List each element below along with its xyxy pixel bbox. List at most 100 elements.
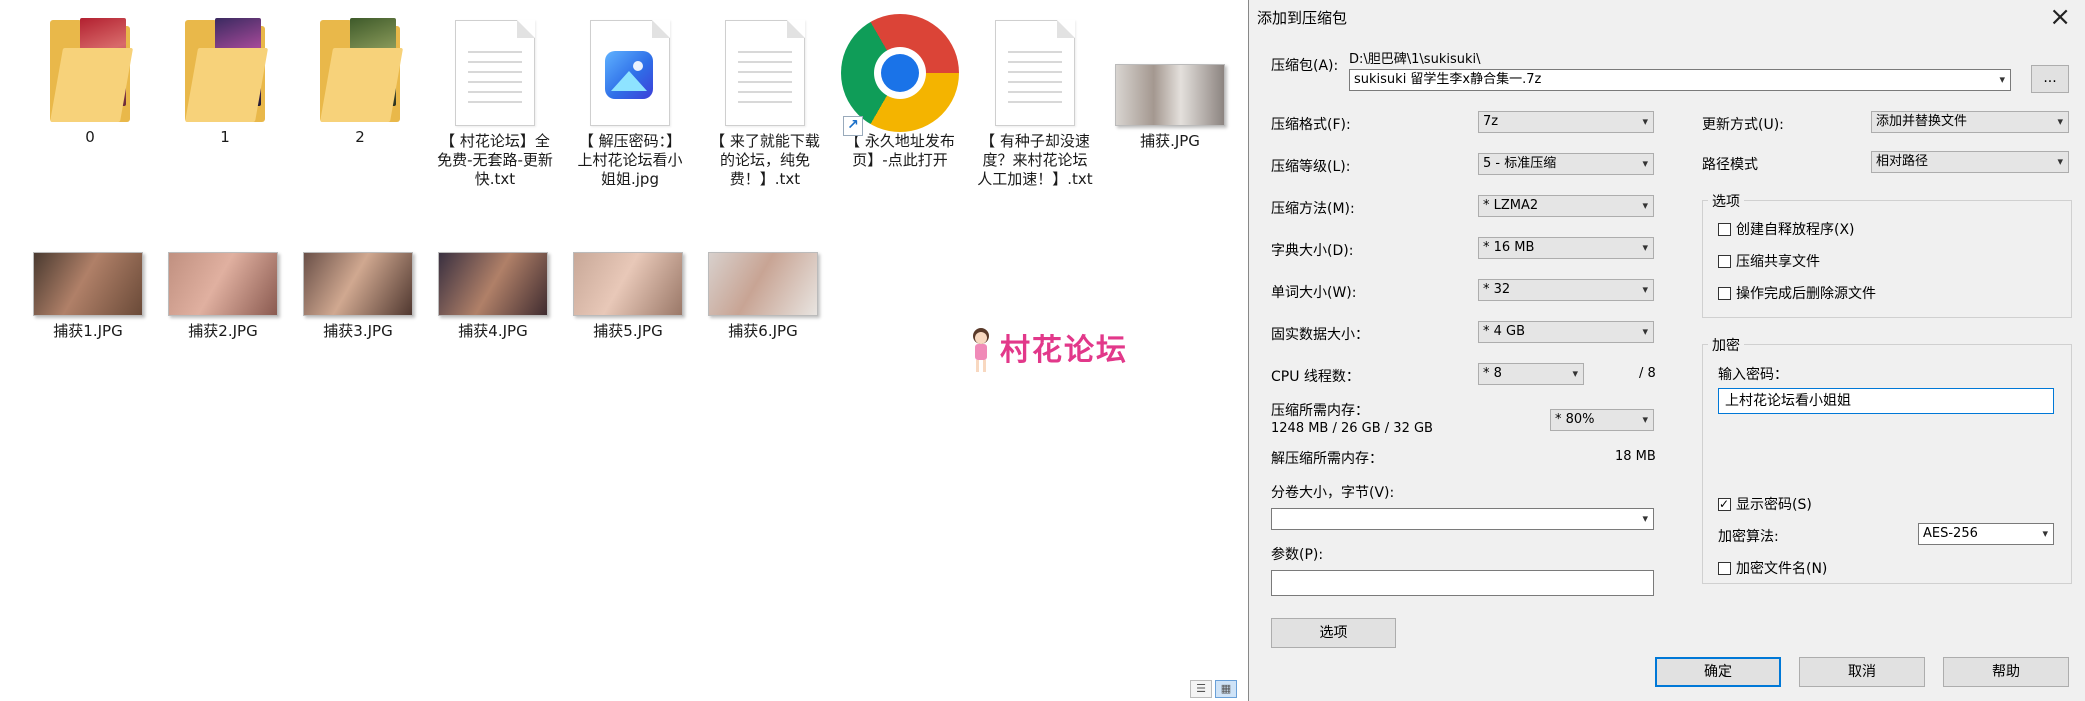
cpu-label: CPU 线程数： <box>1271 369 1360 385</box>
checkbox-icon <box>1718 495 1731 513</box>
solid-label: 固实数据大小： <box>1271 327 1369 343</box>
decompress-memory-value: 18 MB <box>1615 449 1656 464</box>
cancel-button[interactable]: 取消 <box>1799 657 1925 687</box>
update-mode-select[interactable]: 添加并替换文件 ▾ <box>1871 111 2069 133</box>
archive-label: 压缩包(A): <box>1271 58 1339 74</box>
file-item-chrome-shortcut[interactable]: ↗ 【 永久地址发布页】-点此打开 <box>838 0 962 170</box>
decompress-memory-label: 解压缩所需内存： <box>1271 451 1383 467</box>
checkbox-icon <box>1718 255 1731 268</box>
file-item-capture-jpg[interactable]: 捕获.JPG <box>1108 0 1232 151</box>
chrome-shortcut-icon: ↗ <box>841 14 959 136</box>
cpu-max: / 8 <box>1639 366 1656 381</box>
dict-label: 字典大小(D): <box>1271 243 1354 259</box>
word-label: 单词大小(W): <box>1271 285 1357 301</box>
path-mode-select[interactable]: 相对路径 ▾ <box>1871 151 2069 173</box>
dialog-title: 添加到压缩包 <box>1257 9 1348 27</box>
folder-icon <box>50 18 134 122</box>
encryption-method-select[interactable]: AES-256 ▾ <box>1918 523 2054 545</box>
large-icons-view-icon[interactable]: ▦ <box>1215 680 1237 698</box>
chevron-down-icon: ▾ <box>2057 115 2063 128</box>
word-select[interactable]: * 32 ▾ <box>1478 279 1654 301</box>
image-item-6[interactable]: 捕获6.JPG <box>701 252 825 341</box>
folder-label: 0 <box>85 128 95 146</box>
compress-shared-checkbox[interactable]: 压缩共享文件 <box>1718 253 1820 271</box>
file-item-txt-1[interactable]: 【 村花论坛】全免费-无套路-更新快.txt <box>433 0 557 189</box>
file-label: 捕获4.JPG <box>458 322 528 340</box>
params-label: 参数(P): <box>1271 547 1324 563</box>
text-file-icon <box>725 20 805 126</box>
help-button[interactable]: 帮助 <box>1943 657 2069 687</box>
cartoon-girl-logo-icon <box>973 328 989 372</box>
format-select[interactable]: 7z ▾ <box>1478 111 1654 133</box>
create-sfx-checkbox[interactable]: 创建自释放程序(X) <box>1718 221 1855 239</box>
checkbox-icon <box>1718 562 1731 575</box>
close-icon[interactable]: × <box>2049 2 2071 32</box>
params-input[interactable] <box>1271 570 1654 596</box>
file-label: 捕获3.JPG <box>323 322 393 340</box>
image-item-5[interactable]: 捕获5.JPG <box>566 252 690 341</box>
level-label: 压缩等级(L): <box>1271 159 1351 175</box>
split-label: 分卷大小，字节(V): <box>1271 485 1395 501</box>
file-item-txt-2[interactable]: 【 来了就能下载的论坛，纯免费！】.txt <box>703 0 827 189</box>
image-item-2[interactable]: 捕获2.JPG <box>161 252 285 341</box>
split-size-combo[interactable]: ▾ <box>1271 508 1654 530</box>
file-item-jpg-password[interactable]: 【 解压密码：】上村花论坛看小姐姐.jpg <box>568 0 692 189</box>
options-button[interactable]: 选项 <box>1271 618 1396 648</box>
file-item-txt-3[interactable]: 【 有种子却没速度？来村花论坛人工加速！】.txt <box>973 0 1097 189</box>
watermark-logo-text: 村花论坛 <box>1000 333 1128 368</box>
image-file-icon <box>590 20 670 126</box>
chevron-down-icon: ▾ <box>1642 283 1648 296</box>
cpu-select[interactable]: * 8 ▾ <box>1478 363 1584 385</box>
archive-path: D:\胆巴碑\1\sukisuki\ <box>1349 52 1481 67</box>
browse-button[interactable]: ... <box>2031 65 2069 93</box>
photo-thumbnail <box>438 252 548 316</box>
text-file-icon <box>995 20 1075 126</box>
details-view-icon[interactable]: ☰ <box>1190 680 1212 698</box>
options-group-title: 选项 <box>1708 191 1744 211</box>
chevron-down-icon: ▾ <box>1642 199 1648 212</box>
file-label: 【 解压密码：】上村花论坛看小姐姐.jpg <box>577 132 683 188</box>
archive-name-combo[interactable]: sukisuki 留学生李x静合集一.7z ▾ <box>1349 69 2011 91</box>
image-item-3[interactable]: 捕获3.JPG <box>296 252 420 341</box>
photo-thumbnail <box>1115 64 1225 126</box>
memory-detail: 1248 MB / 26 GB / 32 GB <box>1271 421 1433 436</box>
delete-after-checkbox[interactable]: 操作完成后删除源文件 <box>1718 285 1876 303</box>
level-select[interactable]: 5 - 标准压缩 ▾ <box>1478 153 1654 175</box>
file-label: 捕获5.JPG <box>593 322 663 340</box>
photo-thumbnail <box>303 252 413 316</box>
method-select[interactable]: * LZMA2 ▾ <box>1478 195 1654 217</box>
shortcut-arrow-icon: ↗ <box>843 116 863 136</box>
solid-select[interactable]: * 4 GB ▾ <box>1478 321 1654 343</box>
file-label: 捕获2.JPG <box>188 322 258 340</box>
file-label: 捕获6.JPG <box>728 322 798 340</box>
password-label: 输入密码： <box>1718 367 1788 383</box>
folder-item-2[interactable]: 2 <box>298 0 422 147</box>
chevron-down-icon: ▾ <box>2042 527 2048 540</box>
image-item-1[interactable]: 捕获1.JPG <box>26 252 150 341</box>
file-label: 捕获.JPG <box>1140 132 1200 150</box>
folder-icon <box>185 18 269 122</box>
folder-label: 1 <box>220 128 230 146</box>
dict-select[interactable]: * 16 MB ▾ <box>1478 237 1654 259</box>
password-input[interactable]: 上村花论坛看小姐姐 <box>1718 388 2054 414</box>
folder-label: 2 <box>355 128 365 146</box>
chevron-down-icon: ▾ <box>1642 241 1648 254</box>
chevron-down-icon: ▾ <box>2057 155 2063 168</box>
encryption-group-title: 加密 <box>1708 335 1744 355</box>
memory-select[interactable]: * 80% ▾ <box>1550 409 1654 431</box>
show-password-checkbox[interactable]: 显示密码(S) <box>1718 495 1812 514</box>
chevron-down-icon: ▾ <box>1999 73 2005 86</box>
file-label: 【 有种子却没速度？来村花论坛人工加速！】.txt <box>977 132 1093 188</box>
method-label: 压缩方法(M): <box>1271 201 1355 217</box>
image-item-4[interactable]: 捕获4.JPG <box>431 252 555 341</box>
folder-item-1[interactable]: 1 <box>163 0 287 147</box>
ok-button[interactable]: 确定 <box>1655 657 1781 687</box>
checkbox-icon <box>1718 223 1731 236</box>
file-label: 【 来了就能下载的论坛，纯免费！】.txt <box>710 132 820 188</box>
file-explorer-view: 0 1 2 【 村花论坛】全免费-无套路-更新快.txt 【 解压密码：】上村花… <box>0 0 1248 701</box>
chevron-down-icon: ▾ <box>1572 367 1578 380</box>
folder-item-0[interactable]: 0 <box>28 0 152 147</box>
folder-icon <box>320 18 404 122</box>
format-label: 压缩格式(F): <box>1271 117 1351 133</box>
encrypt-filenames-checkbox[interactable]: 加密文件名(N) <box>1718 560 1827 578</box>
